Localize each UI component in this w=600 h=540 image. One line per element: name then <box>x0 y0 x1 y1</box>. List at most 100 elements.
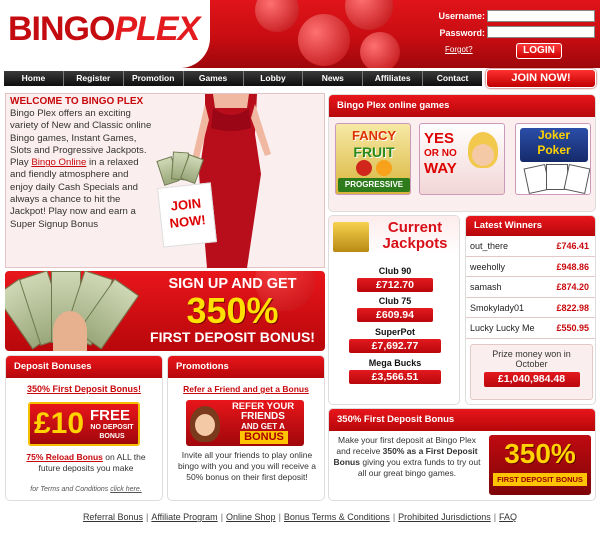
latest-winners-title: Latest Winners <box>466 216 595 236</box>
forgot-password-link[interactable]: Forgot? <box>445 45 473 54</box>
logo-plex-text: PLEX <box>114 10 200 48</box>
bingo-ball-decoration <box>298 14 350 66</box>
welcome-text: Bingo Plex offers an exciting variety of… <box>10 108 152 231</box>
jackpots-title-line2: Jackpots <box>382 235 448 252</box>
username-input[interactable] <box>487 10 595 22</box>
jackpot-value: £609.94 <box>357 308 433 322</box>
winner-amount: £822.98 <box>556 302 589 313</box>
signup-banner-percent: 350% <box>186 290 279 331</box>
first-deposit-badge-sub: FIRST DEPOSIT BONUS <box>493 473 587 486</box>
badge-sub2: BONUS <box>99 433 125 440</box>
badge-sub1: NO DEPOSIT <box>90 424 134 431</box>
prize-money-box: Prize money won in October £1,040,984.48 <box>470 344 593 400</box>
refer-friend-link[interactable]: Refer a Friend and get a Bonus <box>168 384 324 394</box>
game-joker-poker[interactable]: Joker Poker <box>515 123 591 195</box>
footer-referral-bonus-link[interactable]: Referral Bonus <box>83 512 143 522</box>
promotions-title: Promotions <box>168 356 324 378</box>
jackpot-name: Mega Bucks <box>368 358 422 368</box>
nav-home[interactable]: Home <box>4 71 64 86</box>
nav-contact[interactable]: Contact <box>423 71 482 86</box>
winner-amount: £948.86 <box>556 261 589 272</box>
footer-bonus-terms-link[interactable]: Bonus Terms & Conditions <box>284 512 390 522</box>
game-title-line2: OR NO <box>424 148 457 159</box>
bingo-ball-decoration <box>255 0 299 32</box>
latest-winners-panel: Latest Winners out_there £746.41 weeholly… <box>465 215 596 405</box>
badge-free: FREE <box>90 407 131 424</box>
prize-value: £1,040,984.48 <box>483 372 580 387</box>
logo-bingo-text: BINGO <box>8 10 115 48</box>
footer-separator: | <box>493 512 497 522</box>
password-label: Password: <box>439 28 485 38</box>
game-title-line2: Poker <box>537 143 571 157</box>
winner-row: weeholly £948.86 <box>466 257 595 277</box>
game-progressive-label: PROGRESSIVE <box>338 178 410 192</box>
first-deposit-text: Make your first deposit at Bingo Plex an… <box>333 435 481 479</box>
first-deposit-text-end: giving you extra funds to try out all ou… <box>357 457 481 478</box>
face-skin <box>195 414 215 436</box>
game-title-line3: WAY <box>424 160 457 177</box>
jackpot-name: SuperPot <box>374 327 415 337</box>
online-games-title: Bingo Plex online games <box>329 95 595 117</box>
orange-icon <box>376 160 392 176</box>
cash-bundle-image <box>156 150 204 186</box>
terms-link[interactable]: click here. <box>110 486 142 493</box>
terms-text: for Terms and Conditions click here. <box>14 486 158 493</box>
footer-affiliate-program-link[interactable]: Affiliate Program <box>151 512 217 522</box>
bingo-ball-decoration <box>360 32 400 68</box>
deposit-bonuses-title: Deposit Bonuses <box>6 356 162 378</box>
footer-prohibited-jurisdictions-link[interactable]: Prohibited Jurisdictions <box>398 512 491 522</box>
join-now-button[interactable]: JOIN NOW! <box>486 69 596 88</box>
refer-friends-banner[interactable]: REFER YOUR FRIENDS AND GET A BONUS <box>186 400 304 446</box>
game-yes-or-no-way[interactable]: YES OR NO WAY <box>419 123 505 195</box>
nav-promotion[interactable]: Promotion <box>124 71 184 86</box>
reload-bonus-text: 75% Reload Bonus on ALL the future depos… <box>16 452 156 474</box>
footer-separator: | <box>278 512 281 522</box>
refer-banner-line3: AND GET A <box>241 422 285 431</box>
first-deposit-badge[interactable]: 350% FIRST DEPOSIT BONUS <box>489 435 591 495</box>
join-now-sign[interactable]: JOIN NOW! <box>157 182 217 248</box>
first-deposit-badge-pct: 350% <box>504 438 576 469</box>
winner-name: Lucky Lucky Me <box>470 323 535 333</box>
terms-prefix: for Terms and Conditions <box>30 486 111 493</box>
playing-card-icon <box>563 163 590 194</box>
nav-affiliates[interactable]: Affiliates <box>363 71 424 86</box>
game-title-line1: Joker <box>537 128 571 142</box>
password-input[interactable] <box>487 26 595 38</box>
footer-separator: | <box>392 512 396 522</box>
footer-faq-link[interactable]: FAQ <box>499 512 517 522</box>
prize-label-line2: October <box>515 359 548 369</box>
winner-name: out_there <box>470 241 509 251</box>
promotions-panel: Promotions Refer a Friend and get a Bonu… <box>167 355 325 501</box>
game-title-line1: FANCY <box>351 128 397 143</box>
nav-lobby[interactable]: Lobby <box>244 71 304 86</box>
game-fancy-fruit[interactable]: FANCY FRUIT PROGRESSIVE <box>335 123 411 195</box>
jackpot-name: Club 75 <box>378 296 412 306</box>
site-logo[interactable]: BINGOPLEX <box>8 10 200 49</box>
first-deposit-bonus-link[interactable]: 350% First Deposit Bonus! <box>6 384 162 394</box>
prize-label-line1: Prize money won in <box>492 349 571 359</box>
winner-amount: £550.95 <box>556 323 589 333</box>
nav-games[interactable]: Games <box>184 71 244 86</box>
username-label: Username: <box>438 11 485 21</box>
reload-bonus-link[interactable]: 75% Reload Bonus <box>26 452 103 462</box>
game-title-line2: FRUIT <box>353 144 395 160</box>
jackpot-value: £3,566.51 <box>349 370 441 384</box>
winner-row: Lucky Lucky Me £550.95 <box>466 318 595 339</box>
bingo-ball-decoration <box>345 0 393 30</box>
cartoon-face <box>472 144 494 166</box>
jackpot-value: £7,692.77 <box>349 339 441 353</box>
first-deposit-panel: 350% First Deposit Bonus Make your first… <box>328 408 596 501</box>
winner-row: Smokylady01 £822.98 <box>466 298 595 318</box>
bingo-online-link[interactable]: Bingo Online <box>31 157 86 168</box>
login-button[interactable]: LOGIN <box>516 43 562 59</box>
footer-online-shop-link[interactable]: Online Shop <box>226 512 276 522</box>
ten-pound-free-badge[interactable]: £10 FREE NO DEPOSIT BONUS <box>28 402 140 446</box>
gold-bars-icon <box>333 222 369 252</box>
winner-amount: £874.20 <box>556 282 589 292</box>
winner-amount: £746.41 <box>556 241 589 251</box>
refer-banner-line2: FRIENDS <box>241 411 285 422</box>
nav-register[interactable]: Register <box>64 71 124 86</box>
joker-poker-sign: Joker Poker <box>520 128 588 162</box>
face-image <box>53 311 87 351</box>
nav-news[interactable]: News <box>303 71 364 86</box>
